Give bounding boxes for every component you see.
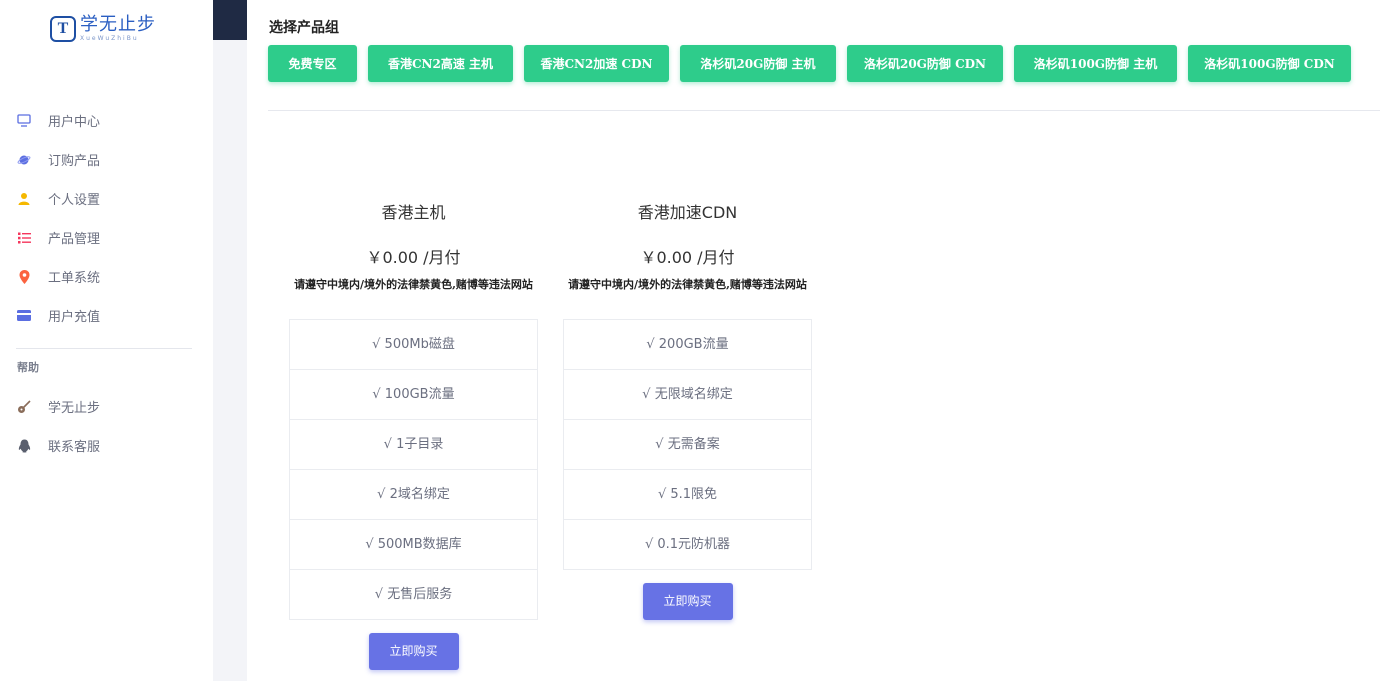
feature-item: √ 200GB流量 [646,337,729,352]
group-button-la-20g-host[interactable]: 洛杉矶20G防御 主机 [680,45,836,82]
logo-title: 学无止步 [80,14,156,35]
sidebar-item-label: 产品管理 [48,232,101,247]
logo-mark-icon: T [50,16,76,42]
group-button-free-zone[interactable]: 免费专区 [268,45,357,82]
sidebar-item-personal-settings[interactable]: 个人设置 [0,179,213,218]
product-card-hk-cdn: 香港加速CDN ￥0.00 /月付 请遵守中境内/境外的法律禁黄色,赌博等违法网… [563,195,812,620]
sidebar-item-xuewuzhibu[interactable]: 学无止步 [0,387,213,426]
product-group-title: 选择产品组 [269,20,339,36]
qq-penguin-icon [17,439,31,453]
sidebar-item-user-center[interactable]: 用户中心 [0,101,213,140]
credit-card-icon [17,309,31,323]
feature-list: √ 500Mb磁盘 √ 100GB流量 √ 1子目录 √ 2域名绑定 √ 500… [289,319,538,620]
section-divider [268,110,1380,111]
buy-now-button[interactable]: 立即购买 [642,583,733,620]
product-notice: 请遵守中境内/境外的法律禁黄色,赌博等违法网站 [568,278,807,291]
planet-icon [17,153,31,167]
sidebar-item-label: 工单系统 [48,271,101,286]
list-icon [17,231,31,245]
sidebar-item-contact-support[interactable]: 联系客服 [0,426,213,465]
sidebar-item-recharge[interactable]: 用户充值 [0,296,213,335]
sidebar-item-label: 联系客服 [48,440,101,455]
sidebar-item-label: 学无止步 [48,401,101,416]
product-price: ￥0.00 /月付 [366,248,461,267]
sidebar-item-label: 订购产品 [48,154,101,169]
logo-subtitle: XueWuZhiBu [80,35,139,42]
product-notice: 请遵守中境内/境外的法律禁黄色,赌博等违法网站 [294,278,533,291]
feature-item: √ 5.1限免 [564,469,811,519]
group-button-hk-cn2-cdn[interactable]: 香港CN2加速 CDN [524,45,669,82]
product-group-buttons: 免费专区 香港CN2高速 主机 香港CN2加速 CDN 洛杉矶20G防御 主机 … [268,45,1362,82]
user-icon [17,192,31,206]
feature-item: √ 无限域名绑定 [564,369,811,419]
map-pin-icon [17,269,31,284]
product-card-hk-host: 香港主机 ￥0.00 /月付 请遵守中境内/境外的法律禁黄色,赌博等违法网站 √… [289,195,538,670]
logo[interactable]: T 学无止步 XueWuZhiBu [50,12,156,46]
guitar-icon [17,399,31,414]
header-background [213,0,247,40]
feature-item: √ 500MB数据库 [290,519,537,569]
sidebar-item-order-products[interactable]: 订购产品 [0,140,213,179]
sidebar-item-label: 用户中心 [48,115,101,130]
content-gutter [213,0,247,681]
feature-item: √ 1子目录 [290,419,537,469]
group-button-la-100g-host[interactable]: 洛杉矶100G防御 主机 [1014,45,1177,82]
feature-item: √ 无售后服务 [290,569,537,619]
feature-list: √ 200GB流量 √ 无限域名绑定 √ 无需备案 √ 5.1限免 √ 0.1元… [563,319,812,570]
sidebar-nav: 用户中心 订购产品 个人设置 产品管理 工单系统 用户充值 帮助 学无止步 联系… [0,101,213,465]
sidebar: T 学无止步 XueWuZhiBu 用户中心 订购产品 个人设置 产品管理 工单… [0,0,213,681]
feature-item: √ 500Mb磁盘 [372,337,455,352]
group-button-la-20g-cdn[interactable]: 洛杉矶20G防御 CDN [847,45,1003,82]
sidebar-item-label: 个人设置 [48,193,101,208]
sidebar-item-product-management[interactable]: 产品管理 [0,218,213,257]
sidebar-item-ticket-system[interactable]: 工单系统 [0,257,213,296]
product-title: 香港加速CDN [637,203,738,222]
main-content: 选择产品组 免费专区 香港CN2高速 主机 香港CN2加速 CDN 洛杉矶20G… [247,0,1400,681]
product-price: ￥0.00 /月付 [640,248,735,267]
group-button-hk-cn2-host[interactable]: 香港CN2高速 主机 [368,45,513,82]
monitor-icon [17,114,31,128]
feature-item: √ 0.1元防机器 [564,519,811,569]
feature-item: √ 100GB流量 [290,369,537,419]
buy-now-button[interactable]: 立即购买 [368,633,459,670]
group-button-la-100g-cdn[interactable]: 洛杉矶100G防御 CDN [1188,45,1351,82]
sidebar-section-help: 帮助 [17,361,39,374]
feature-item: √ 无需备案 [564,419,811,469]
product-title: 香港主机 [381,203,446,222]
sidebar-item-label: 用户充值 [48,310,101,325]
feature-item: √ 2域名绑定 [290,469,537,519]
